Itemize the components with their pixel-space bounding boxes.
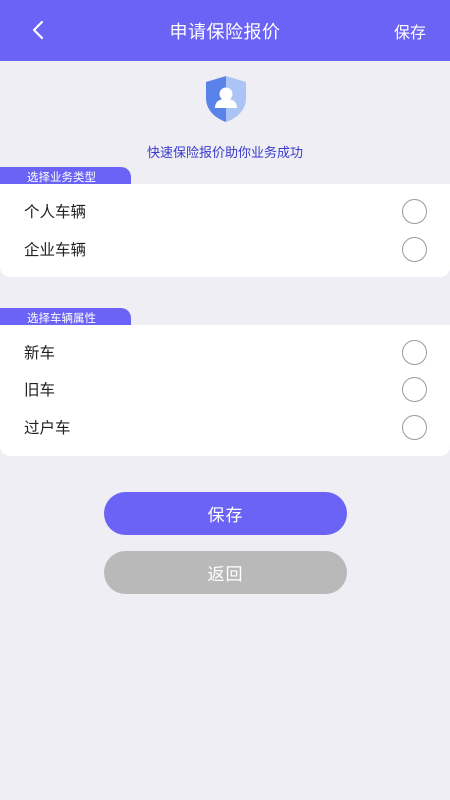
vehicle-attribute-card: 新车 旧车 过户车 [0, 325, 450, 456]
option-company-vehicle[interactable]: 企业车辆 [0, 232, 450, 266]
option-label: 企业车辆 [24, 241, 87, 259]
page-title: 申请保险报价 [169, 21, 281, 43]
option-new-car[interactable]: 新车 [0, 335, 450, 369]
option-label: 新车 [24, 344, 56, 362]
option-label: 过户车 [24, 419, 71, 437]
radio-button[interactable] [402, 339, 427, 365]
option-label: 个人车辆 [24, 203, 87, 221]
radio-button[interactable] [402, 414, 427, 440]
top-bar: 申请保险报价 保存 [0, 0, 450, 61]
radio-button[interactable] [402, 236, 427, 262]
option-label: 旧车 [24, 381, 56, 399]
option-transfer-car[interactable]: 过户车 [0, 410, 450, 444]
option-personal-vehicle[interactable]: 个人车辆 [0, 194, 450, 228]
shield-user-icon [206, 76, 246, 122]
back-return-button[interactable]: 返回 [104, 551, 347, 594]
save-button[interactable]: 保存 [104, 492, 347, 535]
back-button[interactable] [22, 14, 54, 46]
business-type-card: 个人车辆 企业车辆 [0, 184, 450, 277]
chevron-left-icon [32, 20, 44, 40]
tagline: 快速保险报价助你业务成功 [146, 146, 303, 161]
header-save-button[interactable]: 保存 [394, 19, 426, 43]
radio-button[interactable] [402, 376, 427, 402]
radio-button[interactable] [402, 198, 427, 224]
option-used-car[interactable]: 旧车 [0, 372, 450, 406]
